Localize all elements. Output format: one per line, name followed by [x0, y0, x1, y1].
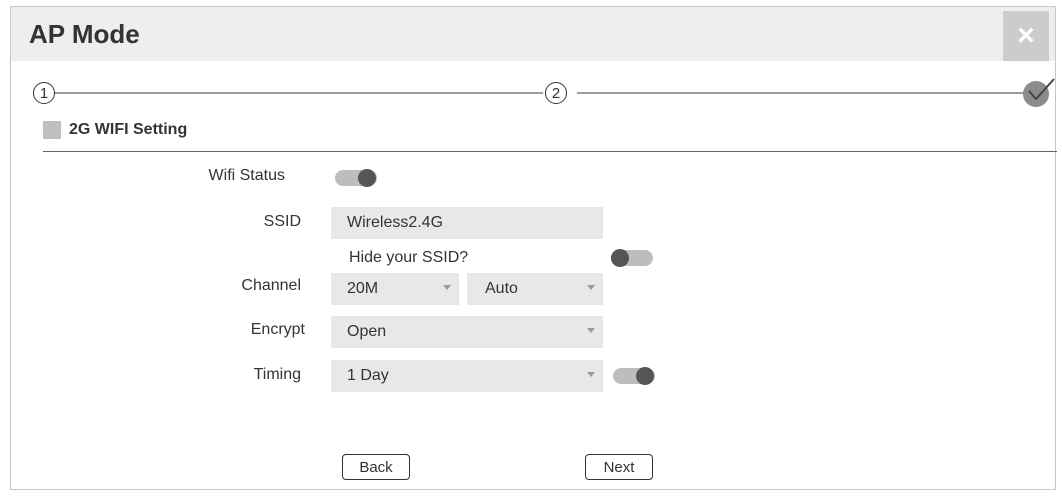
- section-marker-icon: [43, 121, 61, 139]
- step-2-label: 2: [551, 84, 561, 102]
- ssid-label: SSID: [263, 213, 301, 230]
- chevron-down-icon: [443, 285, 451, 290]
- back-button[interactable]: Back: [342, 454, 410, 480]
- close-button[interactable]: ×: [1003, 11, 1049, 61]
- wifi-status-label: Wifi Status: [208, 167, 285, 184]
- step-1-label: 1: [39, 84, 49, 102]
- ssid-value: Wireless2.4G: [347, 214, 444, 231]
- step-line-2: [577, 92, 1025, 94]
- dialog-title: AP Mode: [29, 19, 140, 49]
- ap-mode-dialog: AP Mode × 1 2 2G WIFI Setting Wifi Statu…: [10, 6, 1057, 490]
- encrypt-label: Encrypt: [250, 321, 305, 338]
- timing-label: Timing: [253, 366, 301, 383]
- chevron-down-icon: [587, 285, 595, 290]
- timing-toggle[interactable]: [613, 367, 655, 385]
- channel-value: Auto: [485, 280, 518, 297]
- channel-select[interactable]: Auto: [467, 273, 603, 305]
- timing-select[interactable]: 1 Day: [331, 360, 603, 392]
- close-icon: ×: [1017, 19, 1035, 52]
- toggle-knob: [358, 169, 376, 187]
- channel-label: Channel: [241, 277, 301, 294]
- title-bar: AP Mode ×: [11, 7, 1055, 61]
- step-2: 2: [545, 82, 567, 104]
- ssid-input[interactable]: Wireless2.4G: [331, 207, 603, 239]
- hide-ssid-toggle[interactable]: [611, 249, 653, 267]
- next-button[interactable]: Next: [585, 454, 653, 480]
- check-icon: [1028, 78, 1055, 101]
- step-3-done: [1023, 78, 1055, 107]
- step-1: 1: [33, 82, 55, 104]
- section-divider: [43, 151, 1057, 152]
- wifi-status-toggle[interactable]: [335, 169, 377, 187]
- chevron-down-icon: [587, 372, 595, 377]
- section-title: 2G WIFI Setting: [69, 121, 188, 138]
- section-header: 2G WIFI Setting: [43, 121, 187, 139]
- bandwidth-select[interactable]: 20M: [331, 273, 459, 305]
- toggle-knob: [611, 249, 629, 267]
- toggle-knob: [636, 367, 654, 385]
- bandwidth-value: 20M: [347, 280, 379, 297]
- timing-value: 1 Day: [347, 367, 389, 384]
- hide-ssid-label: Hide your SSID?: [349, 249, 469, 266]
- step-line-1: [53, 92, 543, 94]
- encrypt-select[interactable]: Open: [331, 316, 603, 348]
- chevron-down-icon: [587, 328, 595, 333]
- encrypt-value: Open: [347, 323, 387, 340]
